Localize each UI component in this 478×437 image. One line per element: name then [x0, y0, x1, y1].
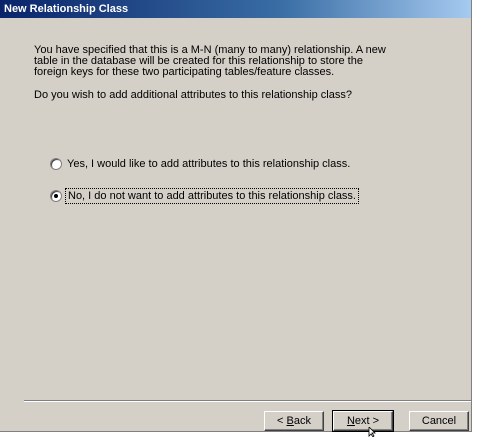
radio-button-no[interactable] — [50, 190, 62, 202]
next-button-mnemonic: N — [346, 415, 355, 427]
next-button[interactable]: Next > — [332, 410, 394, 432]
attributes-question: Do you wish to add additional attributes… — [34, 89, 352, 101]
button-separator — [24, 400, 471, 402]
back-button[interactable]: < Back — [264, 411, 324, 431]
radio-label-no[interactable]: No, I do not want to add attributes to t… — [65, 188, 359, 204]
back-button-mnemonic: B — [286, 415, 294, 427]
next-button-label: ext > — [354, 415, 380, 427]
radio-label-yes[interactable]: Yes, I would like to add attributes to t… — [67, 158, 350, 170]
radio-selected-dot — [54, 194, 58, 198]
back-button-label: ack — [293, 415, 311, 427]
intro-description: You have specified that this is a M-N (m… — [34, 44, 386, 78]
new-relationship-class-dialog: New Relationship Class You have specifie… — [0, 0, 472, 432]
dialog-title-bar: New Relationship Class — [0, 0, 471, 18]
dialog-title: New Relationship Class — [4, 3, 129, 15]
radio-button-yes[interactable] — [50, 158, 62, 170]
cancel-button[interactable]: Cancel — [409, 411, 469, 431]
back-button-prefix: < — [277, 415, 287, 427]
cancel-button-label: Cancel — [421, 415, 457, 427]
mouse-cursor-icon — [368, 427, 376, 437]
radio-option-no[interactable]: No, I do not want to add attributes to t… — [50, 188, 359, 204]
radio-option-yes[interactable]: Yes, I would like to add attributes to t… — [50, 158, 350, 170]
